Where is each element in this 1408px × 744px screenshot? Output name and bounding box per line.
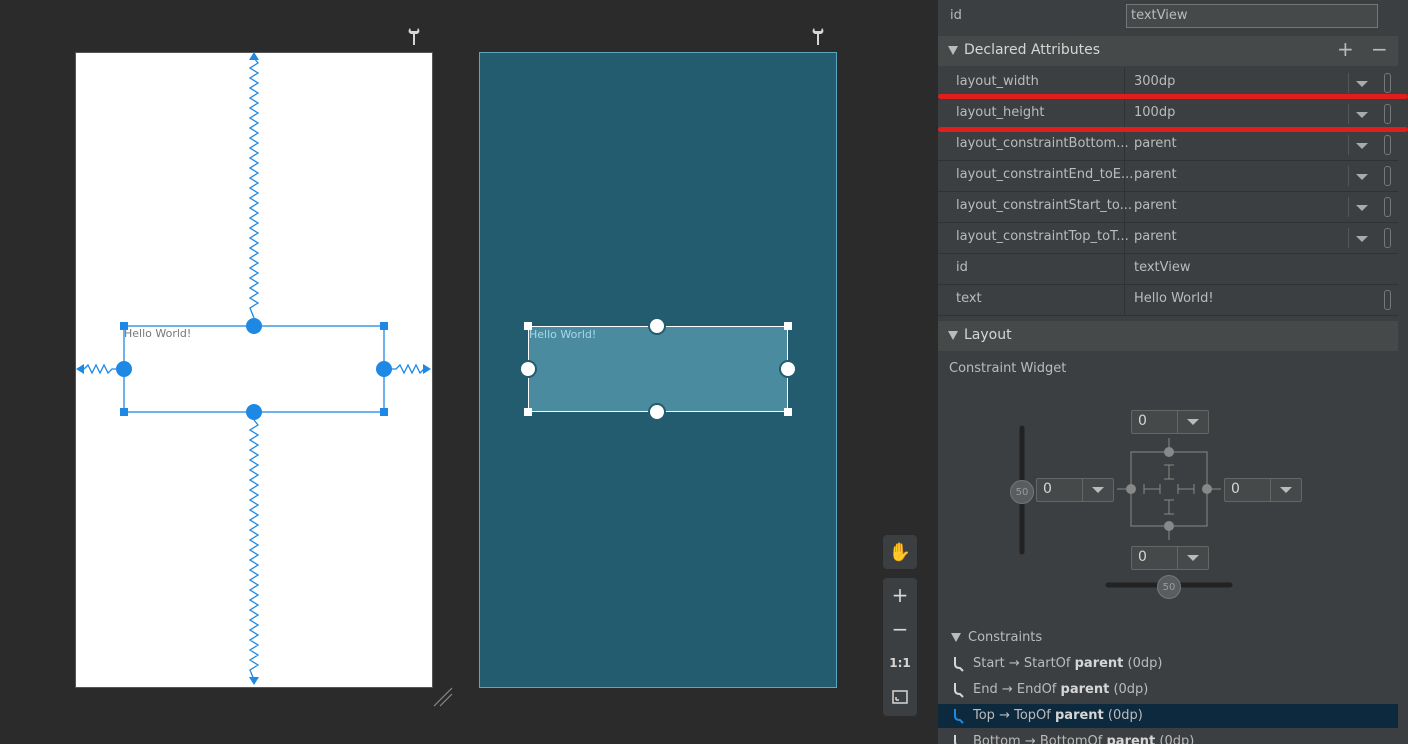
dropdown-arrow-icon[interactable] <box>1348 135 1375 155</box>
constraint-target: parent <box>1060 682 1110 697</box>
attribute-value[interactable]: parent <box>1134 198 1177 213</box>
attribute-key: layout_constraintStart_to... <box>956 198 1133 213</box>
attribute-row-constraint-start[interactable]: layout_constraintStart_to... parent <box>938 191 1398 223</box>
add-attribute-button[interactable]: + <box>1337 37 1354 61</box>
constraint-link-icon <box>954 709 964 724</box>
resize-handle-icon[interactable] <box>432 686 454 708</box>
margin-top-combo[interactable]: 0 <box>1131 410 1209 434</box>
annotation-underline <box>938 94 1408 99</box>
design-canvas[interactable]: Hello World! Hello World! ✋ + − 1:1 <box>0 0 938 744</box>
attribute-value[interactable]: parent <box>1134 167 1177 182</box>
constraint-item-start[interactable]: Start → StartOf parent (0dp) <box>938 652 1398 676</box>
attribute-row-layout-height[interactable]: layout_height 100dp <box>938 98 1398 130</box>
constraint-item-end[interactable]: End → EndOf parent (0dp) <box>938 678 1398 702</box>
declared-attributes-title: Declared Attributes <box>964 42 1101 58</box>
constraint-link-icon <box>954 683 964 698</box>
constraint-side: Bottom → BottomOf <box>973 734 1103 744</box>
attribute-value[interactable]: parent <box>1134 229 1177 244</box>
attribute-row-text[interactable]: text Hello World! <box>938 284 1398 316</box>
attribute-key: layout_constraintBottom... <box>956 136 1129 151</box>
remove-attribute-button[interactable]: − <box>1371 37 1388 61</box>
dropdown-arrow-icon[interactable] <box>1348 73 1375 93</box>
attribute-value[interactable]: 100dp <box>1134 105 1175 120</box>
attribute-key: id <box>956 260 968 275</box>
attribute-row-constraint-bottom[interactable]: layout_constraintBottom... parent <box>938 129 1398 161</box>
resource-picker-icon[interactable] <box>1384 290 1391 310</box>
attribute-value[interactable]: 300dp <box>1134 74 1175 89</box>
attribute-row-constraint-top[interactable]: layout_constraintTop_toT... parent <box>938 222 1398 254</box>
constraint-side: Top → TopOf <box>973 708 1051 723</box>
annotation-underline <box>938 127 1408 132</box>
id-row: id textView <box>938 0 1398 32</box>
attribute-value[interactable]: Hello World! <box>1134 291 1214 306</box>
dropdown-arrow-icon[interactable] <box>1177 547 1208 569</box>
resource-picker-icon[interactable] <box>1384 135 1391 155</box>
id-label: id <box>950 8 962 23</box>
dropdown-arrow-icon[interactable] <box>1348 197 1375 217</box>
collapse-arrow-icon[interactable] <box>951 633 961 642</box>
vertical-bias-slider[interactable]: 50 <box>1010 480 1034 504</box>
margin-right-combo[interactable]: 0 <box>1224 478 1302 502</box>
resource-picker-icon[interactable] <box>1384 228 1391 248</box>
constraints-title: Constraints <box>968 630 1043 645</box>
attribute-key: layout_constraintEnd_toE... <box>956 167 1134 182</box>
horizontal-bias-slider[interactable]: 50 <box>1157 575 1181 599</box>
margin-top-value: 0 <box>1138 413 1147 429</box>
collapse-arrow-icon[interactable] <box>948 46 958 55</box>
layout-section-header[interactable]: Layout <box>938 321 1398 351</box>
margin-bottom-value: 0 <box>1138 549 1147 565</box>
margin-left-combo[interactable]: 0 <box>1036 478 1114 502</box>
dropdown-arrow-icon[interactable] <box>1177 411 1208 433</box>
dropdown-arrow-icon[interactable] <box>1082 479 1113 501</box>
constraint-target: parent <box>1106 734 1156 744</box>
zoom-controls: + − 1:1 <box>883 578 917 716</box>
zoom-out-button[interactable]: − <box>883 612 917 646</box>
margin-bottom-combo[interactable]: 0 <box>1131 546 1209 570</box>
attribute-row-id[interactable]: id textView <box>938 253 1398 285</box>
resource-picker-icon[interactable] <box>1384 104 1391 124</box>
constraint-margin: (0dp) <box>1159 734 1195 744</box>
constraint-widget-label: Constraint Widget <box>949 361 1067 376</box>
resource-picker-icon[interactable] <box>1384 197 1391 217</box>
constraint-link-icon <box>954 735 957 744</box>
blueprint-handles <box>433 317 797 707</box>
pan-tool-icon[interactable]: ✋ <box>883 535 917 569</box>
declared-attributes-header[interactable]: Declared Attributes + − <box>938 36 1398 66</box>
attribute-key: layout_width <box>956 74 1039 89</box>
constraint-side: End → EndOf <box>973 682 1057 697</box>
attribute-key: text <box>956 291 982 306</box>
zoom-in-button[interactable]: + <box>883 578 917 612</box>
collapse-arrow-icon[interactable] <box>948 331 958 340</box>
attribute-value[interactable]: textView <box>1134 260 1191 275</box>
layout-section-title: Layout <box>964 327 1012 343</box>
id-input[interactable]: textView <box>1126 4 1378 28</box>
constraint-margin: (0dp) <box>1107 708 1143 723</box>
id-input-value: textView <box>1131 8 1188 23</box>
attributes-panel: id textView Declared Attributes + − layo… <box>938 0 1408 744</box>
dropdown-arrow-icon[interactable] <box>1348 228 1375 248</box>
constraint-margin: (0dp) <box>1113 682 1149 697</box>
attribute-row-constraint-end[interactable]: layout_constraintEnd_toE... parent <box>938 160 1398 192</box>
dropdown-arrow-icon[interactable] <box>1348 166 1375 186</box>
attribute-value[interactable]: parent <box>1134 136 1177 151</box>
constraint-margin: (0dp) <box>1127 656 1163 671</box>
constraint-link-icon <box>954 657 964 672</box>
constraint-item-bottom[interactable]: Bottom → BottomOf parent (0dp) <box>938 730 1398 744</box>
attribute-key: layout_height <box>956 105 1045 120</box>
dropdown-arrow-icon[interactable] <box>1270 479 1301 501</box>
constraints-header[interactable]: Constraints <box>938 626 1398 650</box>
constraint-item-top[interactable]: Top → TopOf parent (0dp) <box>938 704 1398 728</box>
constraint-side: Start → StartOf <box>973 656 1071 671</box>
dropdown-arrow-icon[interactable] <box>1348 104 1375 124</box>
margin-left-value: 0 <box>1043 481 1052 497</box>
constraint-target: parent <box>1074 656 1124 671</box>
resource-picker-icon[interactable] <box>1384 166 1391 186</box>
margin-right-value: 0 <box>1231 481 1240 497</box>
fit-screen-icon[interactable] <box>883 680 917 714</box>
resource-picker-icon[interactable] <box>1384 73 1391 93</box>
actual-size-button[interactable]: 1:1 <box>883 646 917 680</box>
constraint-target: parent <box>1054 708 1104 723</box>
attribute-key: layout_constraintTop_toT... <box>956 229 1129 244</box>
